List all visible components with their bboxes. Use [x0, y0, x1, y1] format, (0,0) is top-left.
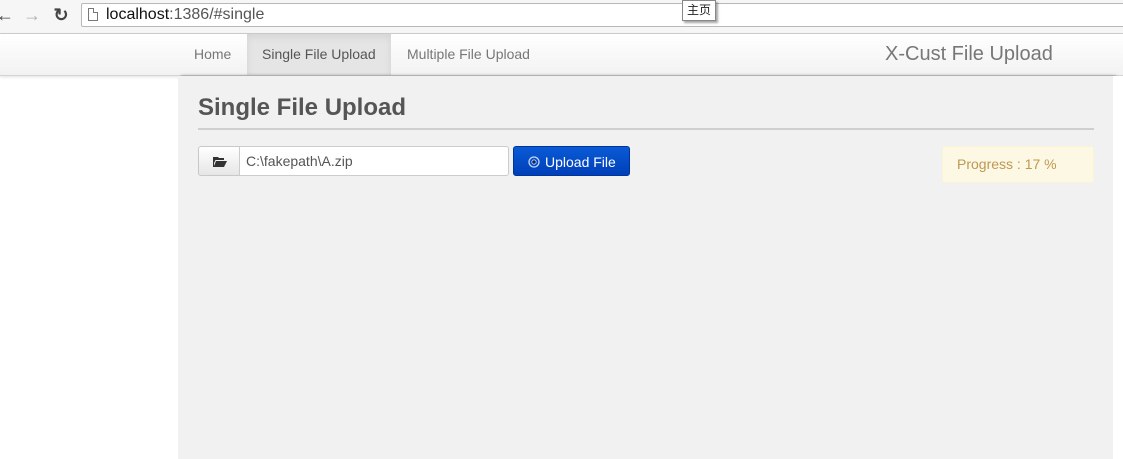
nav-multiple-file-upload[interactable]: Multiple File Upload	[392, 34, 545, 75]
url-path: :1386/#single	[169, 6, 265, 23]
nav-single-file-upload[interactable]: Single File Upload	[247, 34, 391, 75]
url-host: localhost	[106, 6, 170, 23]
upload-circle-icon	[528, 156, 540, 168]
file-path-input[interactable]	[239, 146, 509, 176]
nav-home[interactable]: Home	[179, 34, 246, 75]
back-arrow-icon[interactable]: ←	[0, 4, 16, 26]
page-right-margin	[1113, 76, 1123, 459]
upload-button-label: Upload File	[545, 154, 616, 170]
brand-title[interactable]: X-Cust File Upload	[885, 34, 1053, 75]
url-text: localhost:1386/#single	[106, 6, 264, 24]
app-navbar: Home Single File Upload Multiple File Up…	[0, 34, 1123, 76]
reload-icon[interactable]: ↻	[50, 4, 72, 26]
upload-file-button[interactable]: Upload File	[513, 146, 630, 176]
folder-open-icon	[213, 157, 227, 167]
main-content: Single File Upload Upload File Progress …	[178, 76, 1113, 459]
address-bar[interactable]: localhost:1386/#single	[81, 3, 1123, 27]
forward-arrow-icon[interactable]: →	[21, 4, 43, 26]
progress-status: Progress : 17 %	[942, 146, 1094, 183]
page-icon	[88, 8, 98, 21]
browser-toolbar: ← → ↻ localhost:1386/#single 主页	[0, 0, 1123, 34]
title-divider	[198, 128, 1094, 130]
home-tooltip: 主页	[682, 0, 717, 21]
browse-button[interactable]	[198, 146, 240, 176]
page-title: Single File Upload	[198, 94, 407, 121]
